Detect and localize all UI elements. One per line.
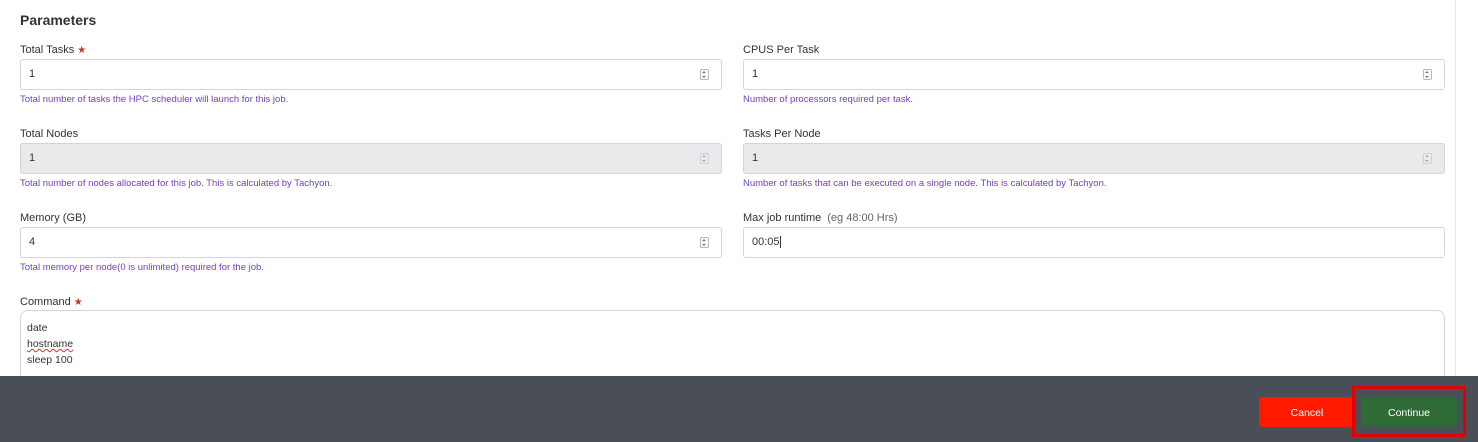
command-textarea[interactable]: date hostname sleep 100 — [20, 310, 1445, 376]
total-nodes-field: Total Nodes 1 Total number of nodes allo… — [20, 127, 722, 189]
total-nodes-label: Total Nodes — [20, 128, 79, 140]
stepper-icon — [700, 153, 709, 164]
max-runtime-input[interactable]: 00:05 — [743, 227, 1445, 258]
memory-value: 4 — [29, 236, 36, 248]
tasks-per-node-help: Number of tasks that can be executed on … — [743, 178, 1107, 189]
command-label: Command — [20, 296, 71, 308]
memory-input[interactable]: 4 — [20, 227, 722, 258]
total-tasks-field: Total Tasks ★ 1 Total number of tasks the… — [20, 43, 722, 105]
max-runtime-hint: (eg 48:00 Hrs) — [827, 212, 898, 224]
tasks-per-node-field: Tasks Per Node 1 Number of tasks that ca… — [743, 127, 1445, 189]
max-runtime-value: 00:05 — [752, 236, 780, 248]
dialog-footer — [0, 376, 1478, 442]
continue-button[interactable]: Continue — [1361, 397, 1457, 427]
max-runtime-label: Max job runtime — [743, 212, 822, 224]
total-tasks-input[interactable]: 1 — [20, 59, 722, 90]
memory-help: Total memory per node(0 is unlimited) re… — [20, 262, 264, 273]
command-line: hostname — [27, 338, 74, 350]
cpus-per-task-label: CPUS Per Task — [743, 44, 820, 56]
command-field: Command ★ — [20, 295, 722, 311]
stepper-icon — [1423, 153, 1432, 164]
total-tasks-label: Total Tasks — [20, 44, 75, 56]
tasks-per-node-input: 1 — [743, 143, 1445, 174]
total-tasks-help: Total number of tasks the HPC scheduler … — [20, 94, 289, 105]
command-line: date — [27, 322, 48, 334]
parameters-panel: Parameters Total Tasks ★ 1 Total number o… — [0, 0, 1456, 376]
total-nodes-value: 1 — [29, 152, 36, 164]
stepper-icon[interactable] — [700, 237, 709, 248]
cpus-per-task-help: Number of processors required per task. — [743, 94, 914, 105]
total-tasks-value: 1 — [29, 68, 36, 80]
max-runtime-field: Max job runtime (eg 48:00 Hrs) 00:05 — [743, 211, 1445, 258]
section-title: Parameters — [20, 12, 97, 28]
total-nodes-input: 1 — [20, 143, 722, 174]
cpus-per-task-value: 1 — [752, 68, 759, 80]
stepper-icon[interactable] — [1423, 69, 1432, 80]
command-line: sleep 100 — [27, 354, 73, 366]
required-star-icon: ★ — [77, 45, 87, 56]
text-cursor — [779, 236, 781, 249]
total-nodes-help: Total number of nodes allocated for this… — [20, 178, 333, 189]
stepper-icon[interactable] — [700, 69, 709, 80]
tasks-per-node-label: Tasks Per Node — [743, 128, 821, 140]
cpus-per-task-input[interactable]: 1 — [743, 59, 1445, 90]
required-star-icon: ★ — [73, 297, 83, 308]
cpus-per-task-field: CPUS Per Task 1 Number of processors req… — [743, 43, 1445, 105]
cancel-button[interactable]: Cancel — [1259, 397, 1355, 427]
memory-field: Memory (GB) 4 Total memory per node(0 is… — [20, 211, 722, 273]
tasks-per-node-value: 1 — [752, 152, 759, 164]
memory-label: Memory (GB) — [20, 212, 86, 224]
